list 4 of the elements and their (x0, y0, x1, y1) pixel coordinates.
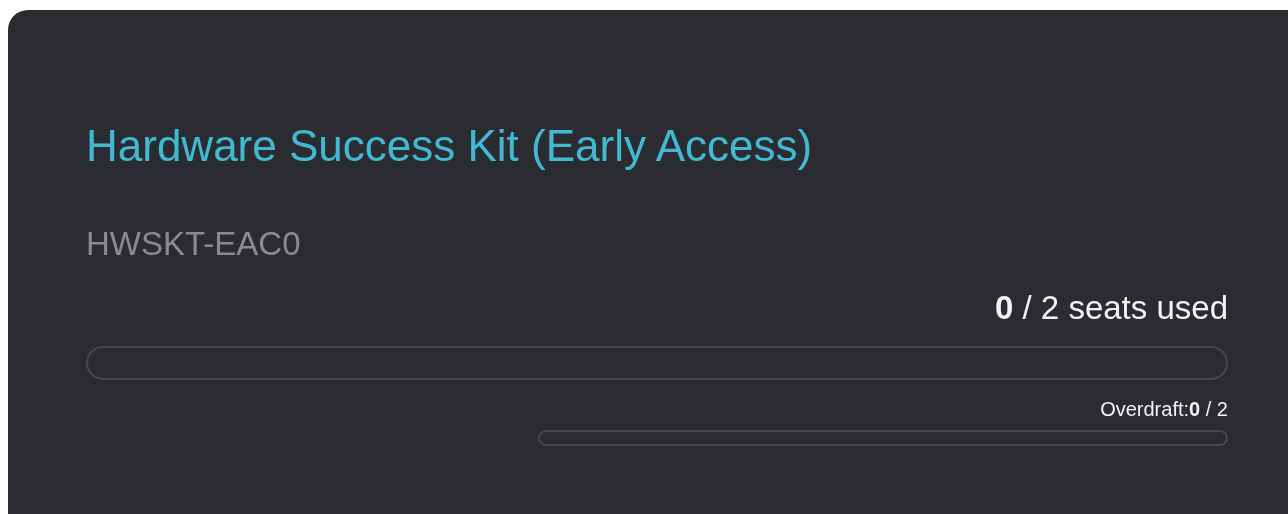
product-title: Hardware Success Kit (Early Access) (85, 120, 814, 172)
seats-used-text: 0 / 2 seats used (995, 288, 1228, 328)
overdraft-text: Overdraft:0 / 2 (1100, 397, 1228, 422)
product-code: HWSKT-EAC0 (85, 224, 302, 264)
